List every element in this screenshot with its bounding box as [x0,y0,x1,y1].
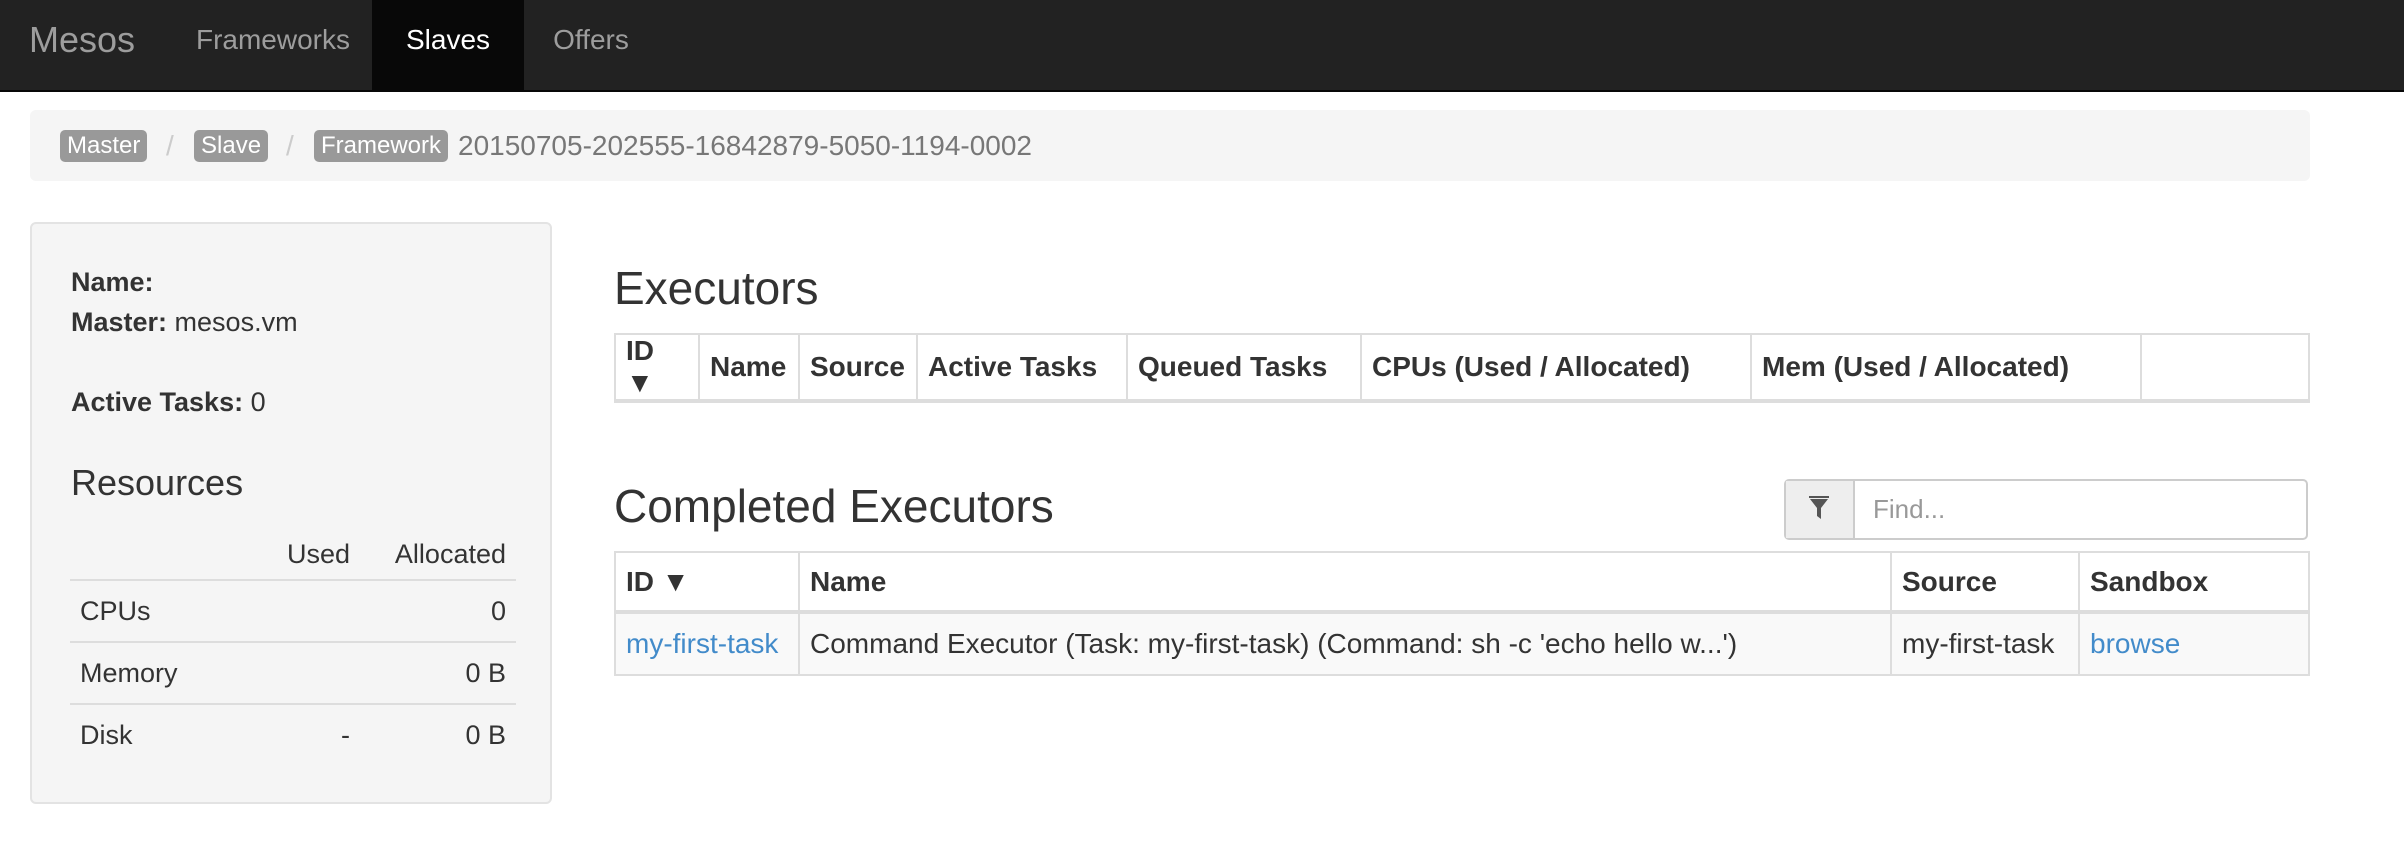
completed-col-source[interactable]: Source [1890,551,2080,614]
master-row: Master: mesos.vm [71,304,298,340]
breadcrumb-slave[interactable]: Slave [194,130,269,162]
executors-col-active-tasks[interactable]: Active Tasks [916,333,1128,403]
find-input[interactable] [1855,481,2305,538]
executor-id-link[interactable]: my-first-task [626,628,778,659]
nav-slaves[interactable]: Slaves [372,0,524,90]
name-label: Name: [71,267,154,297]
table-row: my-first-task Command Executor (Task: my… [614,611,2310,676]
executors-header-row: ID ▼ Name Source Active Tasks Queued Tas… [614,333,2310,403]
brand-logo[interactable]: Mesos [29,0,135,90]
breadcrumb-separator: / [286,130,294,161]
filter-icon [1809,496,1829,519]
slave-info-panel: Name: Master: mesos.vm Active Tasks: 0 R… [30,222,552,804]
resource-used [250,580,360,643]
executor-sandbox-cell: browse [2078,611,2310,676]
browse-sandbox-link[interactable]: browse [2090,628,2180,659]
master-value: mesos.vm [174,307,298,337]
completed-executors-title: Completed Executors [614,480,1054,532]
active-tasks-row: Active Tasks: 0 [71,384,266,420]
resources-row: Disk - 0 B [70,704,516,765]
resource-allocated: 0 [360,580,516,643]
resources-header-row: Used Allocated [70,529,516,581]
nav-offers[interactable]: Offers [524,0,658,90]
executor-id-cell: my-first-task [614,611,800,676]
executor-name-cell: Command Executor (Task: my-first-task) (… [798,611,1892,676]
completed-executors-table: ID ▼ Name Source Sandbox my-first-task C… [614,551,2310,676]
completed-col-id[interactable]: ID ▼ [614,551,800,614]
active-tasks-label: Active Tasks: [71,387,244,417]
completed-col-sandbox[interactable]: Sandbox [2078,551,2310,614]
resources-row: CPUs 0 [70,580,516,643]
active-tasks-value: 0 [250,387,266,417]
resource-allocated: 0 B [360,642,516,705]
executor-source-cell: my-first-task [1890,611,2080,676]
breadcrumb-framework[interactable]: Framework [314,130,449,162]
resource-name: Memory [70,642,250,705]
resource-used [250,642,360,705]
top-navbar: Mesos Frameworks Slaves Offers [0,0,2404,92]
resources-header-blank [70,529,250,581]
master-label: Master: [71,307,168,337]
completed-col-name[interactable]: Name [798,551,1892,614]
completed-executors-header-row: ID ▼ Name Source Sandbox [614,551,2310,614]
filter-addon [1786,481,1855,538]
breadcrumb: Master / Slave / Framework 20150705-2025… [30,110,2310,181]
executors-col-cpus[interactable]: CPUs (Used / Allocated) [1360,333,1752,403]
resource-name: CPUs [70,580,250,643]
resources-header-used: Used [250,529,360,581]
breadcrumb-master[interactable]: Master [60,130,148,162]
executors-col-source[interactable]: Source [798,333,918,403]
resources-title: Resources [71,462,244,503]
executors-title: Executors [614,262,819,314]
resources-header-allocated: Allocated [360,529,516,581]
executors-col-mem[interactable]: Mem (Used / Allocated) [1750,333,2142,403]
resource-name: Disk [80,719,133,750]
executors-col-id[interactable]: ID ▼ [614,333,700,403]
breadcrumb-current-framework-id: 20150705-202555-16842879-5050-1194-0002 [458,130,1032,161]
executors-table: ID ▼ Name Source Active Tasks Queued Tas… [614,333,2310,403]
breadcrumb-separator: / [166,130,174,161]
nav-frameworks[interactable]: Frameworks [174,0,372,90]
name-row: Name: [71,264,154,300]
filter-input-group [1784,479,2308,540]
resource-allocated: 0 B [465,719,506,750]
resources-table: Used Allocated CPUs 0 Memory 0 B Disk - … [70,529,516,765]
resources-row: Memory 0 B [70,642,516,705]
executors-col-queued-tasks[interactable]: Queued Tasks [1126,333,1362,403]
executors-col-name[interactable]: Name [698,333,800,403]
executors-col-extra [2140,333,2310,403]
resource-used: - [341,719,350,750]
